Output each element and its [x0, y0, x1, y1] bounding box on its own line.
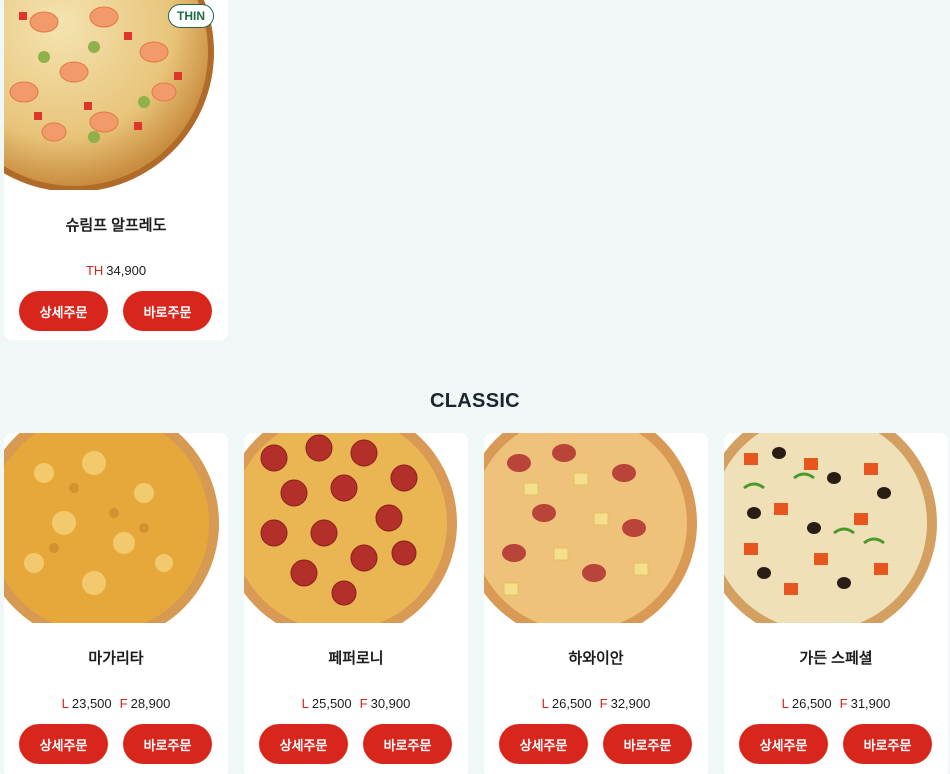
family-price: 30,900 [370, 696, 411, 711]
detail-order-button[interactable]: 상세주문 [739, 724, 828, 764]
pizza-name: 가든 스페셜 [799, 650, 873, 667]
thin-crust-badge: THIN [168, 4, 214, 28]
family-size-label: F [119, 696, 128, 711]
pizza-name: 마가리타 [88, 650, 144, 667]
quick-order-button[interactable]: 바로주문 [123, 724, 212, 764]
menu-card-shrimp-alfredo[interactable]: THIN 슈림프 알프레도 TH 34,900 상세주문 바로주문 [4, 0, 228, 340]
quick-order-button[interactable]: 바로주문 [843, 724, 932, 764]
family-size-label: F [359, 696, 368, 711]
family-size-label: F [599, 696, 608, 711]
pizza-image[interactable]: THIN [4, 0, 228, 190]
large-size-label: L [61, 696, 69, 711]
shrimp-pizza-photo [4, 0, 214, 190]
family-size-label: F [839, 696, 848, 711]
menu-card-garden-special[interactable]: 가든 스페셜 L 26,500 F 31,900 상세주문 바로주문 [724, 433, 948, 774]
quick-order-button[interactable]: 바로주문 [603, 724, 692, 764]
large-price: 23,500 [71, 696, 112, 711]
quick-order-button[interactable]: 바로주문 [123, 291, 212, 331]
detail-order-button[interactable]: 상세주문 [499, 724, 588, 764]
large-size-label: L [301, 696, 309, 711]
large-price: 26,500 [791, 696, 832, 711]
price-line: L 26,500 F 32,900 [484, 696, 708, 711]
pizza-name: 슈림프 알프레도 [65, 217, 167, 234]
quick-order-button[interactable]: 바로주문 [363, 724, 452, 764]
menu-card-margherita[interactable]: 마가리타 L 23,500 F 28,900 상세주문 바로주문 [4, 433, 228, 774]
large-price: 25,500 [311, 696, 352, 711]
pizza-image[interactable] [244, 433, 468, 623]
card-actions: 상세주문 바로주문 [724, 724, 948, 764]
pizza-image[interactable] [724, 433, 948, 623]
price-line: L 26,500 F 31,900 [724, 696, 948, 711]
family-price: 32,900 [610, 696, 651, 711]
detail-order-button[interactable]: 상세주문 [19, 291, 108, 331]
pepperoni-pizza-photo [244, 433, 457, 623]
pizza-name: 하와이안 [568, 650, 624, 667]
price-size-label: TH [85, 263, 104, 278]
menu-card-hawaiian[interactable]: 하와이안 L 26,500 F 32,900 상세주문 바로주문 [484, 433, 708, 774]
detail-order-button[interactable]: 상세주문 [259, 724, 348, 764]
price-line: TH 34,900 [4, 263, 228, 278]
price-line: L 23,500 F 28,900 [4, 696, 228, 711]
hawaiian-pizza-photo [484, 433, 697, 623]
menu-card-pepperoni[interactable]: 페퍼로니 L 25,500 F 30,900 상세주문 바로주문 [244, 433, 468, 774]
large-size-label: L [781, 696, 789, 711]
margherita-pizza-photo [4, 433, 219, 623]
garden-special-pizza-photo [724, 433, 937, 623]
card-actions: 상세주문 바로주문 [4, 291, 228, 331]
pizza-name: 페퍼로니 [328, 650, 384, 667]
large-price: 26,500 [551, 696, 592, 711]
pizza-image[interactable] [4, 433, 228, 623]
card-actions: 상세주문 바로주문 [244, 724, 468, 764]
card-actions: 상세주문 바로주문 [484, 724, 708, 764]
detail-order-button[interactable]: 상세주문 [19, 724, 108, 764]
family-price: 31,900 [850, 696, 891, 711]
large-size-label: L [541, 696, 549, 711]
price-line: L 25,500 F 30,900 [244, 696, 468, 711]
pizza-image[interactable] [484, 433, 708, 623]
price-value: 34,900 [106, 263, 147, 278]
section-title-classic: CLASSIC [430, 390, 520, 412]
card-actions: 상세주문 바로주문 [4, 724, 228, 764]
family-price: 28,900 [130, 696, 171, 711]
